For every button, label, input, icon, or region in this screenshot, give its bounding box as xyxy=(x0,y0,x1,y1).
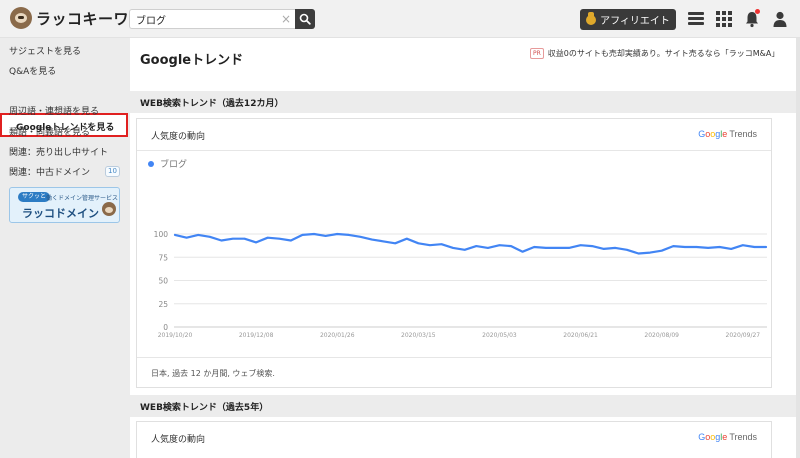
grid-apps-icon[interactable] xyxy=(715,10,733,28)
trend-card-5y: 人気度の動向 Google Trends xyxy=(136,421,772,458)
sidebar-item-sites-for-sale[interactable]: 関連：売り出し中サイト xyxy=(9,145,108,158)
top-bar: ラッコキーワード × アフィリエイト xyxy=(0,0,800,38)
scrollbar-track[interactable] xyxy=(796,38,800,458)
count-badge: 10 xyxy=(105,166,120,177)
sidebar-item-qa[interactable]: Q&Aを見る xyxy=(9,64,56,77)
card-footer: 日本, 過去 12 か月間, ウェブ検索. xyxy=(137,357,771,387)
chart-legend: ブログ xyxy=(148,157,187,170)
pr-ad-link[interactable]: PR 収益0のサイトも売却実績あり。サイト売るなら「ラッコM&A」 xyxy=(530,48,779,59)
money-bag-icon xyxy=(586,11,597,25)
bell-notification-icon[interactable] xyxy=(743,9,761,28)
otter-logo-icon xyxy=(10,7,32,29)
section-title: WEB検索トレンド（過去5年） xyxy=(140,403,269,413)
section-title: WEB検索トレンド（過去12カ月） xyxy=(140,99,284,109)
user-account-icon[interactable] xyxy=(771,10,789,28)
affiliate-label: アフィリエイト xyxy=(600,16,670,27)
banner-subtitle: 働くドメイン管理サービス xyxy=(46,195,119,202)
sidebar-item-suggest[interactable]: サジェストを見る xyxy=(9,44,81,57)
notification-dot xyxy=(755,9,760,14)
hamburger-menu-icon[interactable] xyxy=(687,10,705,28)
search-button[interactable] xyxy=(295,9,315,29)
card-title: 人気度の動向 xyxy=(151,435,206,445)
google-trends-logo[interactable]: Google Trends xyxy=(698,129,757,139)
card-header: 人気度の動向 Google Trends xyxy=(137,119,771,151)
page-title: Googleトレンド xyxy=(140,53,244,68)
clear-search-icon[interactable]: × xyxy=(279,12,293,26)
card-title: 人気度の動向 xyxy=(151,132,206,142)
pr-tag: PR xyxy=(530,48,544,59)
sidebar-item-synonyms[interactable]: 類語・同義語を見る xyxy=(9,125,90,138)
search-box: × xyxy=(129,9,315,29)
sidebar: サジェストを見る Q&Aを見る Googleトレンドを見る 周辺語・連想語を見る… xyxy=(0,38,128,458)
card-footer-text: 日本, 過去 12 か月間, ウェブ検索. xyxy=(151,369,275,378)
rakko-domain-banner[interactable]: サクッと 働くドメイン管理サービス ラッコドメイン xyxy=(9,187,120,223)
affiliate-button[interactable]: アフィリエイト xyxy=(580,9,676,30)
section-header: WEB検索トレンド（過去12カ月） xyxy=(130,91,796,113)
sidebar-item-related-words[interactable]: 周辺語・連想語を見る xyxy=(9,104,99,117)
otter-mascot-icon xyxy=(102,202,116,216)
search-icon xyxy=(299,13,311,25)
card-header: 人気度の動向 Google Trends xyxy=(137,422,771,454)
section-header: WEB検索トレンド（過去5年） xyxy=(130,395,796,417)
search-input[interactable] xyxy=(129,9,295,29)
legend-swatch xyxy=(148,160,154,167)
trend-card-12m: 人気度の動向 Google Trends 日本, 過去 12 か月間, ウェブ検索… xyxy=(136,118,772,388)
legend-label: ブログ xyxy=(160,160,188,170)
google-trends-logo[interactable]: Google Trends xyxy=(698,432,757,442)
sidebar-item-used-domains[interactable]: 関連：中古ドメイン xyxy=(9,165,90,178)
pr-text: 収益0のサイトも売却実績あり。サイト売るなら「ラッコM&A」 xyxy=(547,49,780,58)
banner-title: ラッコドメイン xyxy=(22,207,99,220)
